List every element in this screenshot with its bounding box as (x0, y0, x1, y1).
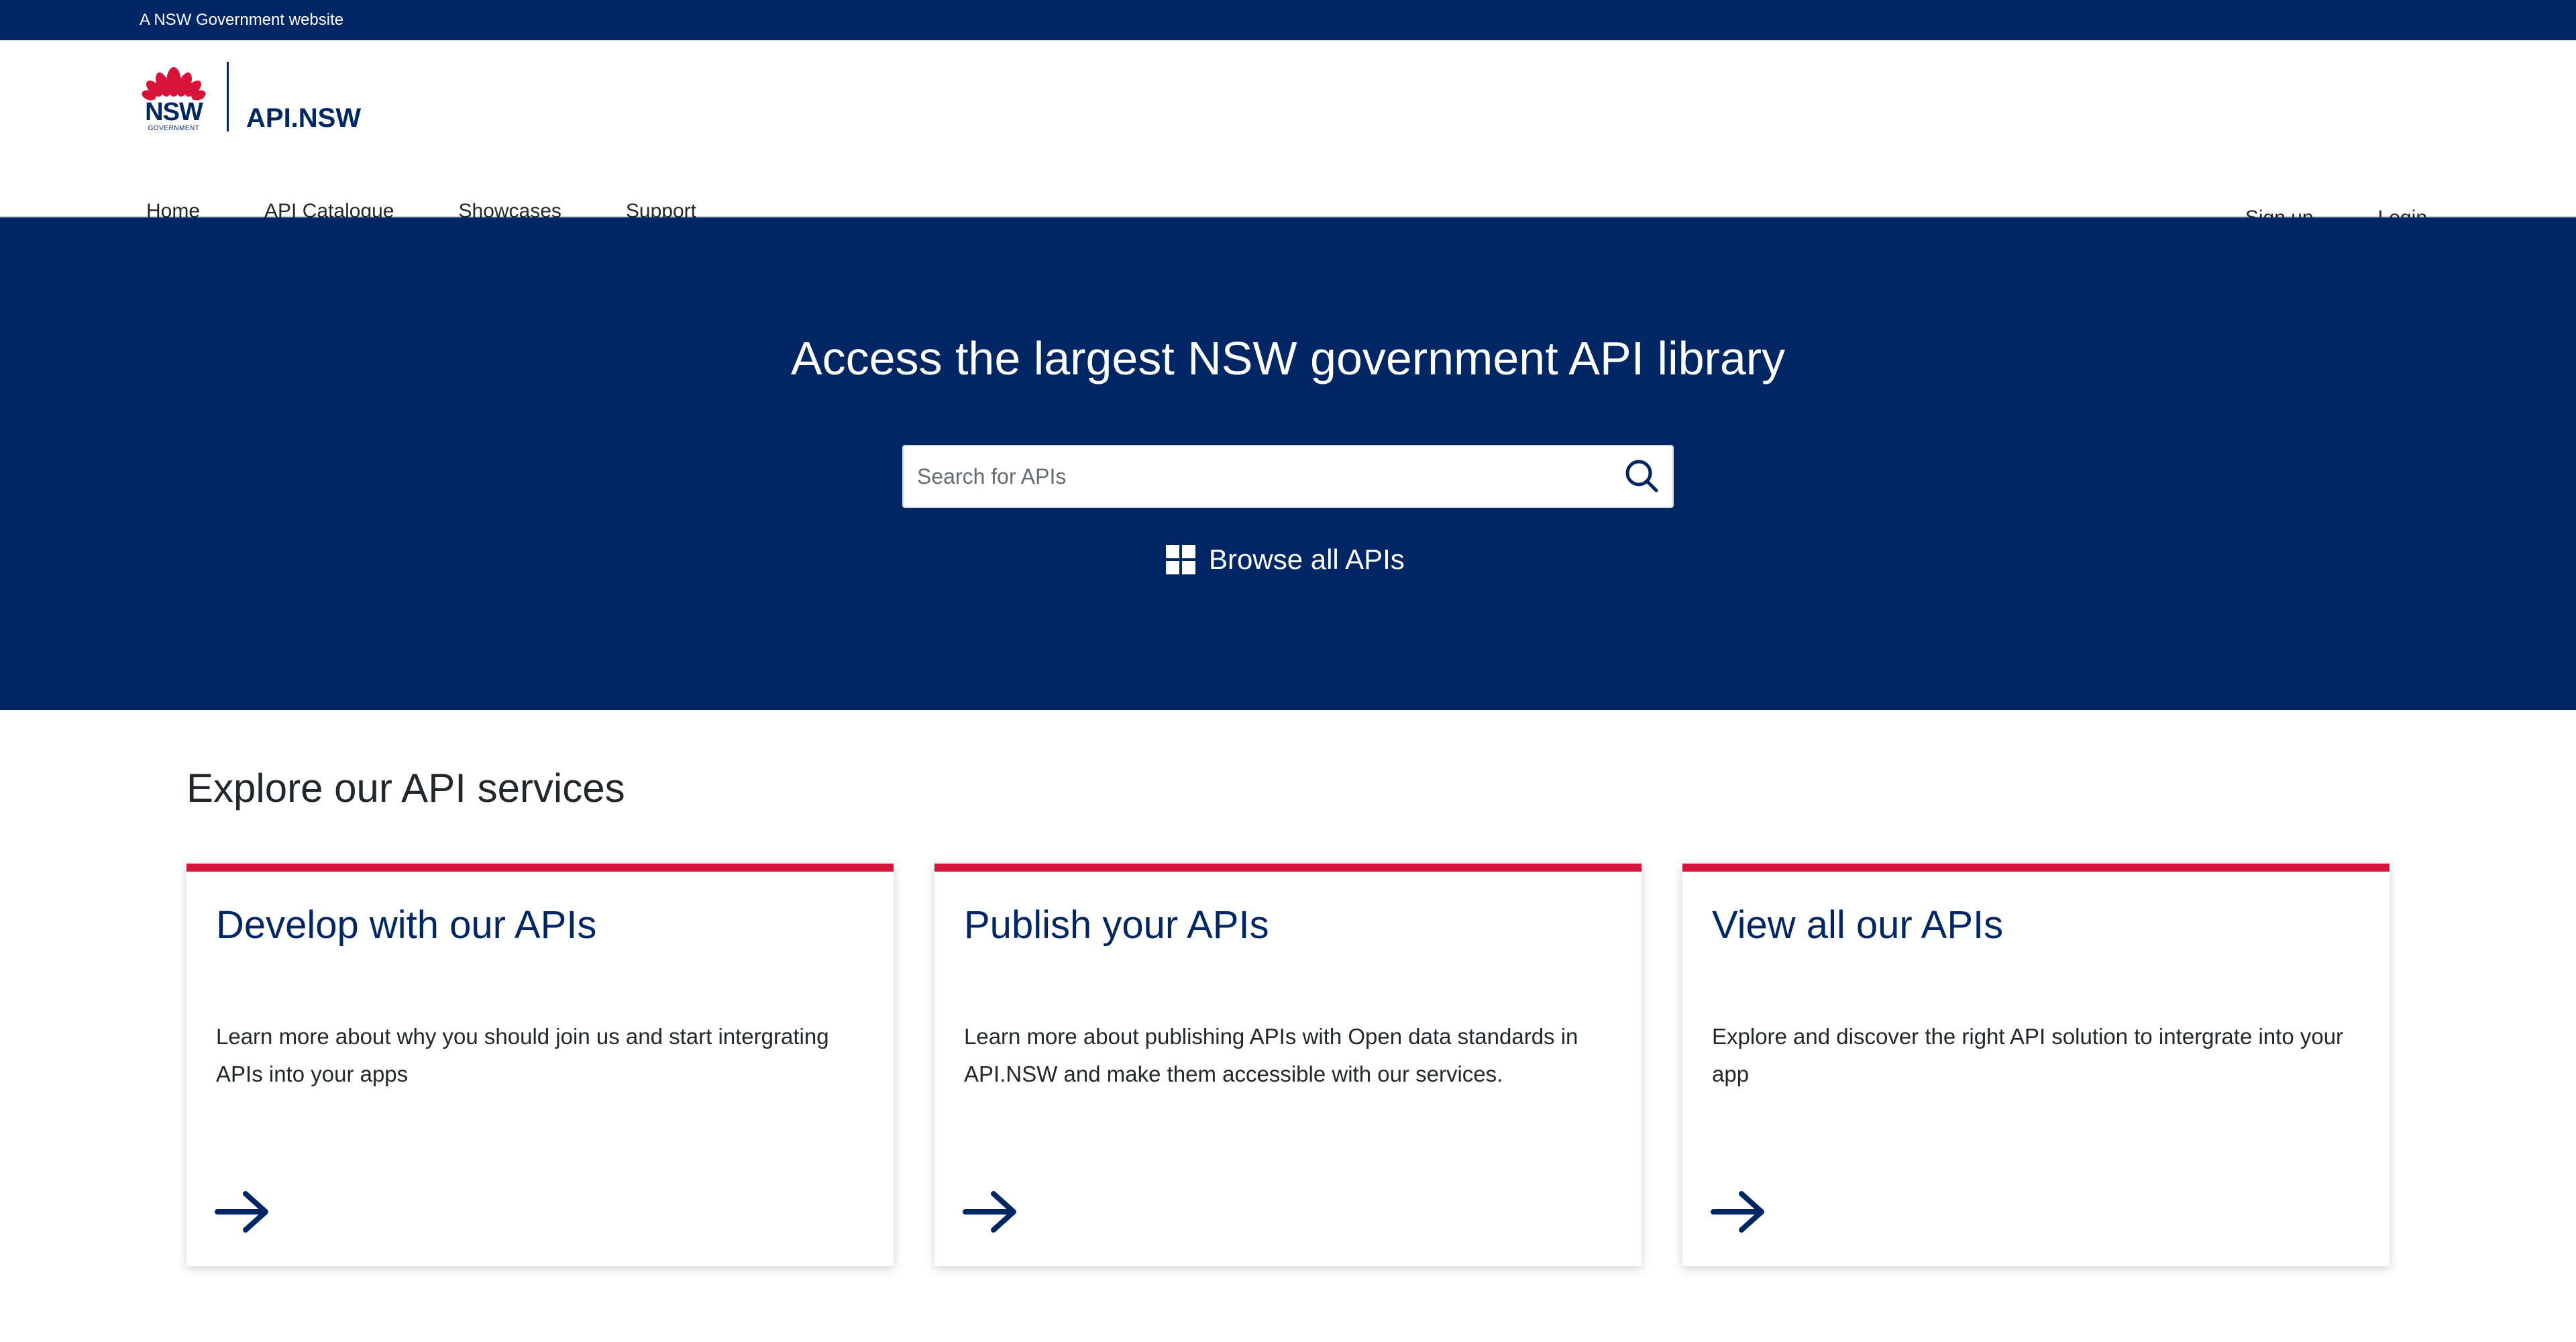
arrow-right-icon[interactable] (961, 1188, 1019, 1235)
card-title: Publish your APIs (964, 903, 1269, 947)
card-view-all-apis[interactable]: View all our APIs Explore and discover t… (1682, 864, 2390, 1266)
brand-divider (227, 62, 229, 132)
waratah-logo-icon[interactable]: NSW GOVERNMENT (140, 59, 208, 134)
arrow-right-icon[interactable] (1709, 1188, 1767, 1235)
hero-title: Access the largest NSW government API li… (790, 332, 1786, 384)
card-develop-with-apis[interactable]: Develop with our APIs Learn more about w… (186, 864, 894, 1266)
search-button[interactable] (1621, 456, 1663, 497)
site-header: NSW GOVERNMENT API.NSW Home API Catalogu… (0, 40, 2576, 238)
browse-all-apis-link[interactable]: Browse all APIs (1166, 544, 1405, 576)
gov-bar: A NSW Government website (0, 0, 2576, 40)
search-box (902, 445, 1674, 508)
card-description: Learn more about why you should join us … (216, 1024, 829, 1086)
logo-subtext: GOVERNMENT (148, 125, 200, 132)
logo-text: NSW (145, 98, 203, 126)
browse-all-apis-label: Browse all APIs (1209, 544, 1405, 575)
card-title: View all our APIs (1712, 903, 2004, 947)
hero-banner: Access the largest NSW government API li… (0, 217, 2576, 710)
card-description: Learn more about publishing APIs with Op… (964, 1024, 1578, 1086)
arrow-right-icon[interactable] (213, 1188, 271, 1235)
card-title: Develop with our APIs (216, 903, 597, 947)
site-name[interactable]: API.NSW (246, 103, 361, 134)
search-icon (1625, 460, 1658, 493)
explore-section-title: Explore our API services (186, 766, 625, 811)
grid-icon (1166, 545, 1195, 574)
card-publish-apis[interactable]: Publish your APIs Learn more about publi… (934, 864, 1642, 1266)
brand[interactable]: NSW GOVERNMENT API.NSW (140, 59, 361, 134)
waratah-flower-icon (142, 67, 206, 101)
gov-bar-text: A NSW Government website (140, 11, 344, 29)
card-description: Explore and discover the right API solut… (1712, 1024, 2344, 1086)
search-input[interactable] (904, 446, 1601, 507)
